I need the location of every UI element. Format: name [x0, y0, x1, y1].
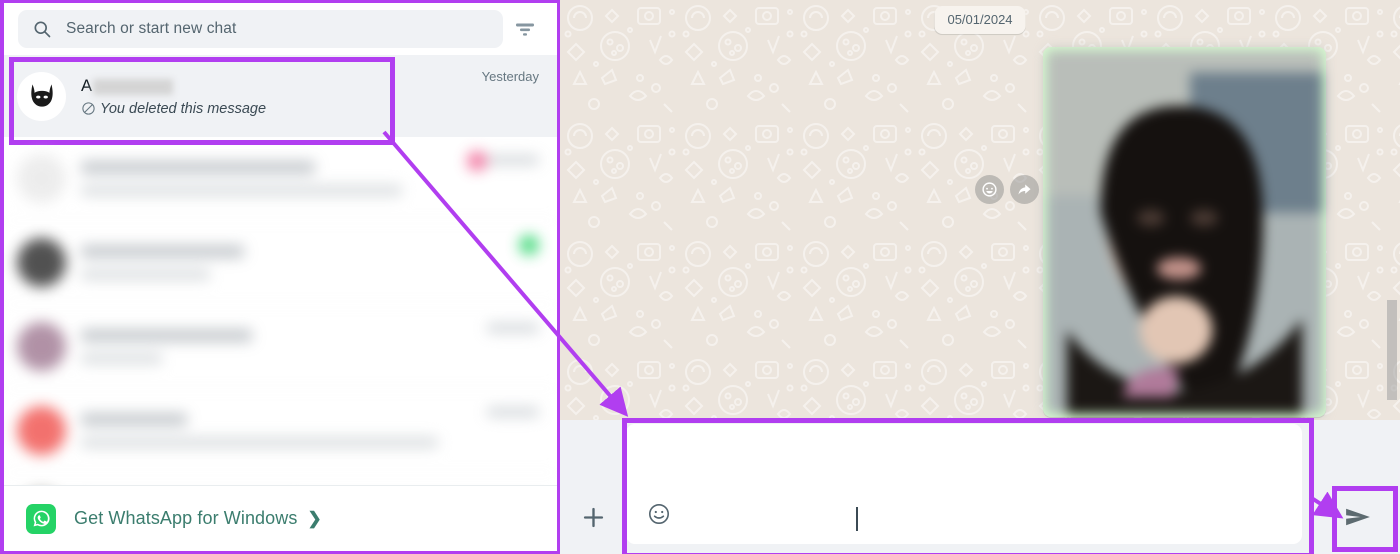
- send-icon: [1346, 508, 1370, 526]
- message-input-box[interactable]: [622, 418, 1314, 554]
- batman-mask-avatar-icon: [30, 84, 53, 107]
- chat-row-content: [66, 161, 459, 196]
- chat-preview: You deleted this message: [81, 101, 482, 117]
- whatsapp-logo-icon: [26, 503, 56, 534]
- chat-list-item[interactable]: [4, 221, 557, 305]
- chat-timestamp: [487, 155, 539, 165]
- avatar: [17, 322, 66, 371]
- get-whatsapp-for-windows-banner[interactable]: Get WhatsApp for Windows ❯: [4, 485, 557, 551]
- react-emoji-icon[interactable]: [975, 175, 1004, 204]
- message-list[interactable]: 05/01/2024: [560, 0, 1400, 420]
- text-cursor: [856, 507, 858, 531]
- promo-label: Get WhatsApp for Windows: [74, 508, 298, 528]
- unread-badge: [467, 151, 487, 171]
- chat-name-text: A: [81, 77, 93, 95]
- chat-preview-text: You deleted this message: [100, 100, 267, 117]
- message-composer: [560, 418, 1400, 554]
- search-placeholder-text: Search or start new chat: [66, 20, 237, 37]
- chat-timestamp: [487, 323, 539, 333]
- search-icon: [32, 19, 52, 39]
- whatsapp-web-window: Search or start new chat A You deleted t…: [0, 0, 1400, 554]
- forward-icon[interactable]: [1010, 175, 1039, 204]
- chat-list-item[interactable]: [4, 473, 557, 485]
- chat-list-item[interactable]: [4, 137, 557, 221]
- send-button[interactable]: [1320, 486, 1398, 552]
- search-bar: Search or start new chat: [4, 3, 557, 55]
- chat-list[interactable]: A You deleted this message Yesterday: [4, 55, 557, 485]
- image-message-bubble[interactable]: [1043, 47, 1326, 417]
- unread-badge: [519, 235, 539, 255]
- avatar: [17, 238, 66, 287]
- message-image[interactable]: [1046, 50, 1323, 414]
- prohibited-icon: [82, 102, 95, 115]
- message-hover-actions[interactable]: [975, 175, 1039, 204]
- search-input[interactable]: Search or start new chat: [18, 10, 503, 48]
- chat-pane: 05/01/2024: [560, 0, 1400, 554]
- emoji-smiley-icon[interactable]: [626, 497, 692, 531]
- redacted-name-block: [93, 78, 174, 95]
- chat-row-content: [66, 245, 511, 280]
- avatar: [17, 71, 66, 121]
- chat-list-item-selected[interactable]: A You deleted this message Yesterday: [4, 55, 557, 145]
- chat-name: A: [81, 76, 482, 98]
- chat-row-content: [66, 413, 487, 448]
- avatar: [17, 406, 66, 455]
- avatar: [17, 154, 66, 203]
- sidebar: Search or start new chat A You deleted t…: [0, 0, 560, 554]
- chat-timestamp: [487, 407, 539, 417]
- plus-icon[interactable]: [560, 490, 626, 544]
- date-divider: 05/01/2024: [934, 6, 1026, 34]
- chat-list-item[interactable]: [4, 305, 557, 389]
- chat-timestamp: Yesterday: [481, 69, 539, 84]
- chat-list-item[interactable]: [4, 389, 557, 473]
- filter-icon[interactable]: [503, 9, 547, 49]
- chat-row-content: A You deleted this message: [66, 76, 482, 117]
- chat-row-content: [66, 329, 487, 364]
- message-scrollbar[interactable]: [1387, 300, 1397, 400]
- chevron-right-icon: ❯: [307, 508, 322, 528]
